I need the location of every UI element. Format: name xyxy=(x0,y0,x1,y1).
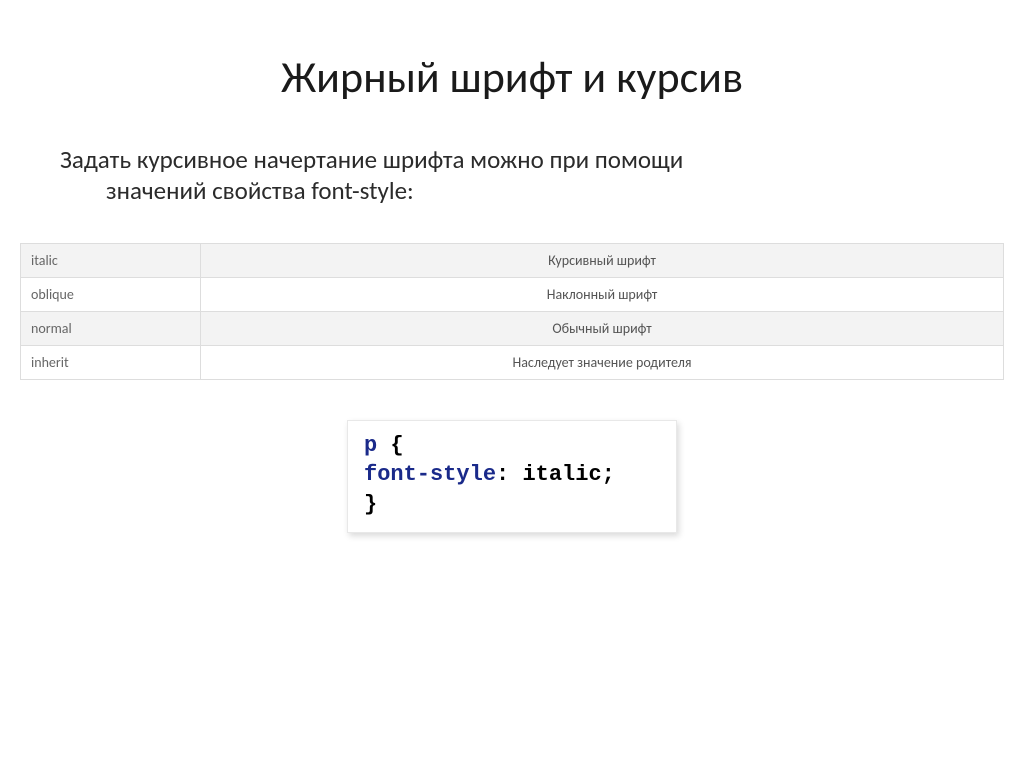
code-selector: p xyxy=(364,433,377,458)
table-cell-key: inherit xyxy=(21,345,201,379)
intro-paragraph: Задать курсивное начертание шрифта можно… xyxy=(60,144,880,207)
slide-container: Жирный шрифт и курсив Задать курсивное н… xyxy=(0,0,1024,767)
code-value: italic xyxy=(522,462,601,487)
table-cell-key: italic xyxy=(21,243,201,277)
table-cell-desc: Обычный шрифт xyxy=(201,311,1004,345)
code-colon: : xyxy=(496,462,509,487)
table-cell-key: normal xyxy=(21,311,201,345)
table-cell-desc: Наследует значение родителя xyxy=(201,345,1004,379)
code-brace-open: { xyxy=(390,433,403,458)
intro-line-2: значений свойства font-style: xyxy=(60,175,880,206)
table-row: inherit Наследует значение родителя xyxy=(21,345,1004,379)
table-row: normal Обычный шрифт xyxy=(21,311,1004,345)
table-row: oblique Наклонный шрифт xyxy=(21,277,1004,311)
code-brace-close: } xyxy=(364,492,377,517)
slide-title: Жирный шрифт и курсив xyxy=(20,50,1004,104)
code-example: p { font-style: italic; } xyxy=(347,420,677,533)
code-property: font-style xyxy=(364,462,496,487)
table-cell-desc: Наклонный шрифт xyxy=(201,277,1004,311)
intro-line-1: Задать курсивное начертание шрифта можно… xyxy=(60,144,683,175)
code-semicolon: ; xyxy=(602,462,615,487)
font-style-values-table: italic Курсивный шрифт oblique Наклонный… xyxy=(20,243,1004,380)
table-row: italic Курсивный шрифт xyxy=(21,243,1004,277)
table-cell-desc: Курсивный шрифт xyxy=(201,243,1004,277)
table-cell-key: oblique xyxy=(21,277,201,311)
